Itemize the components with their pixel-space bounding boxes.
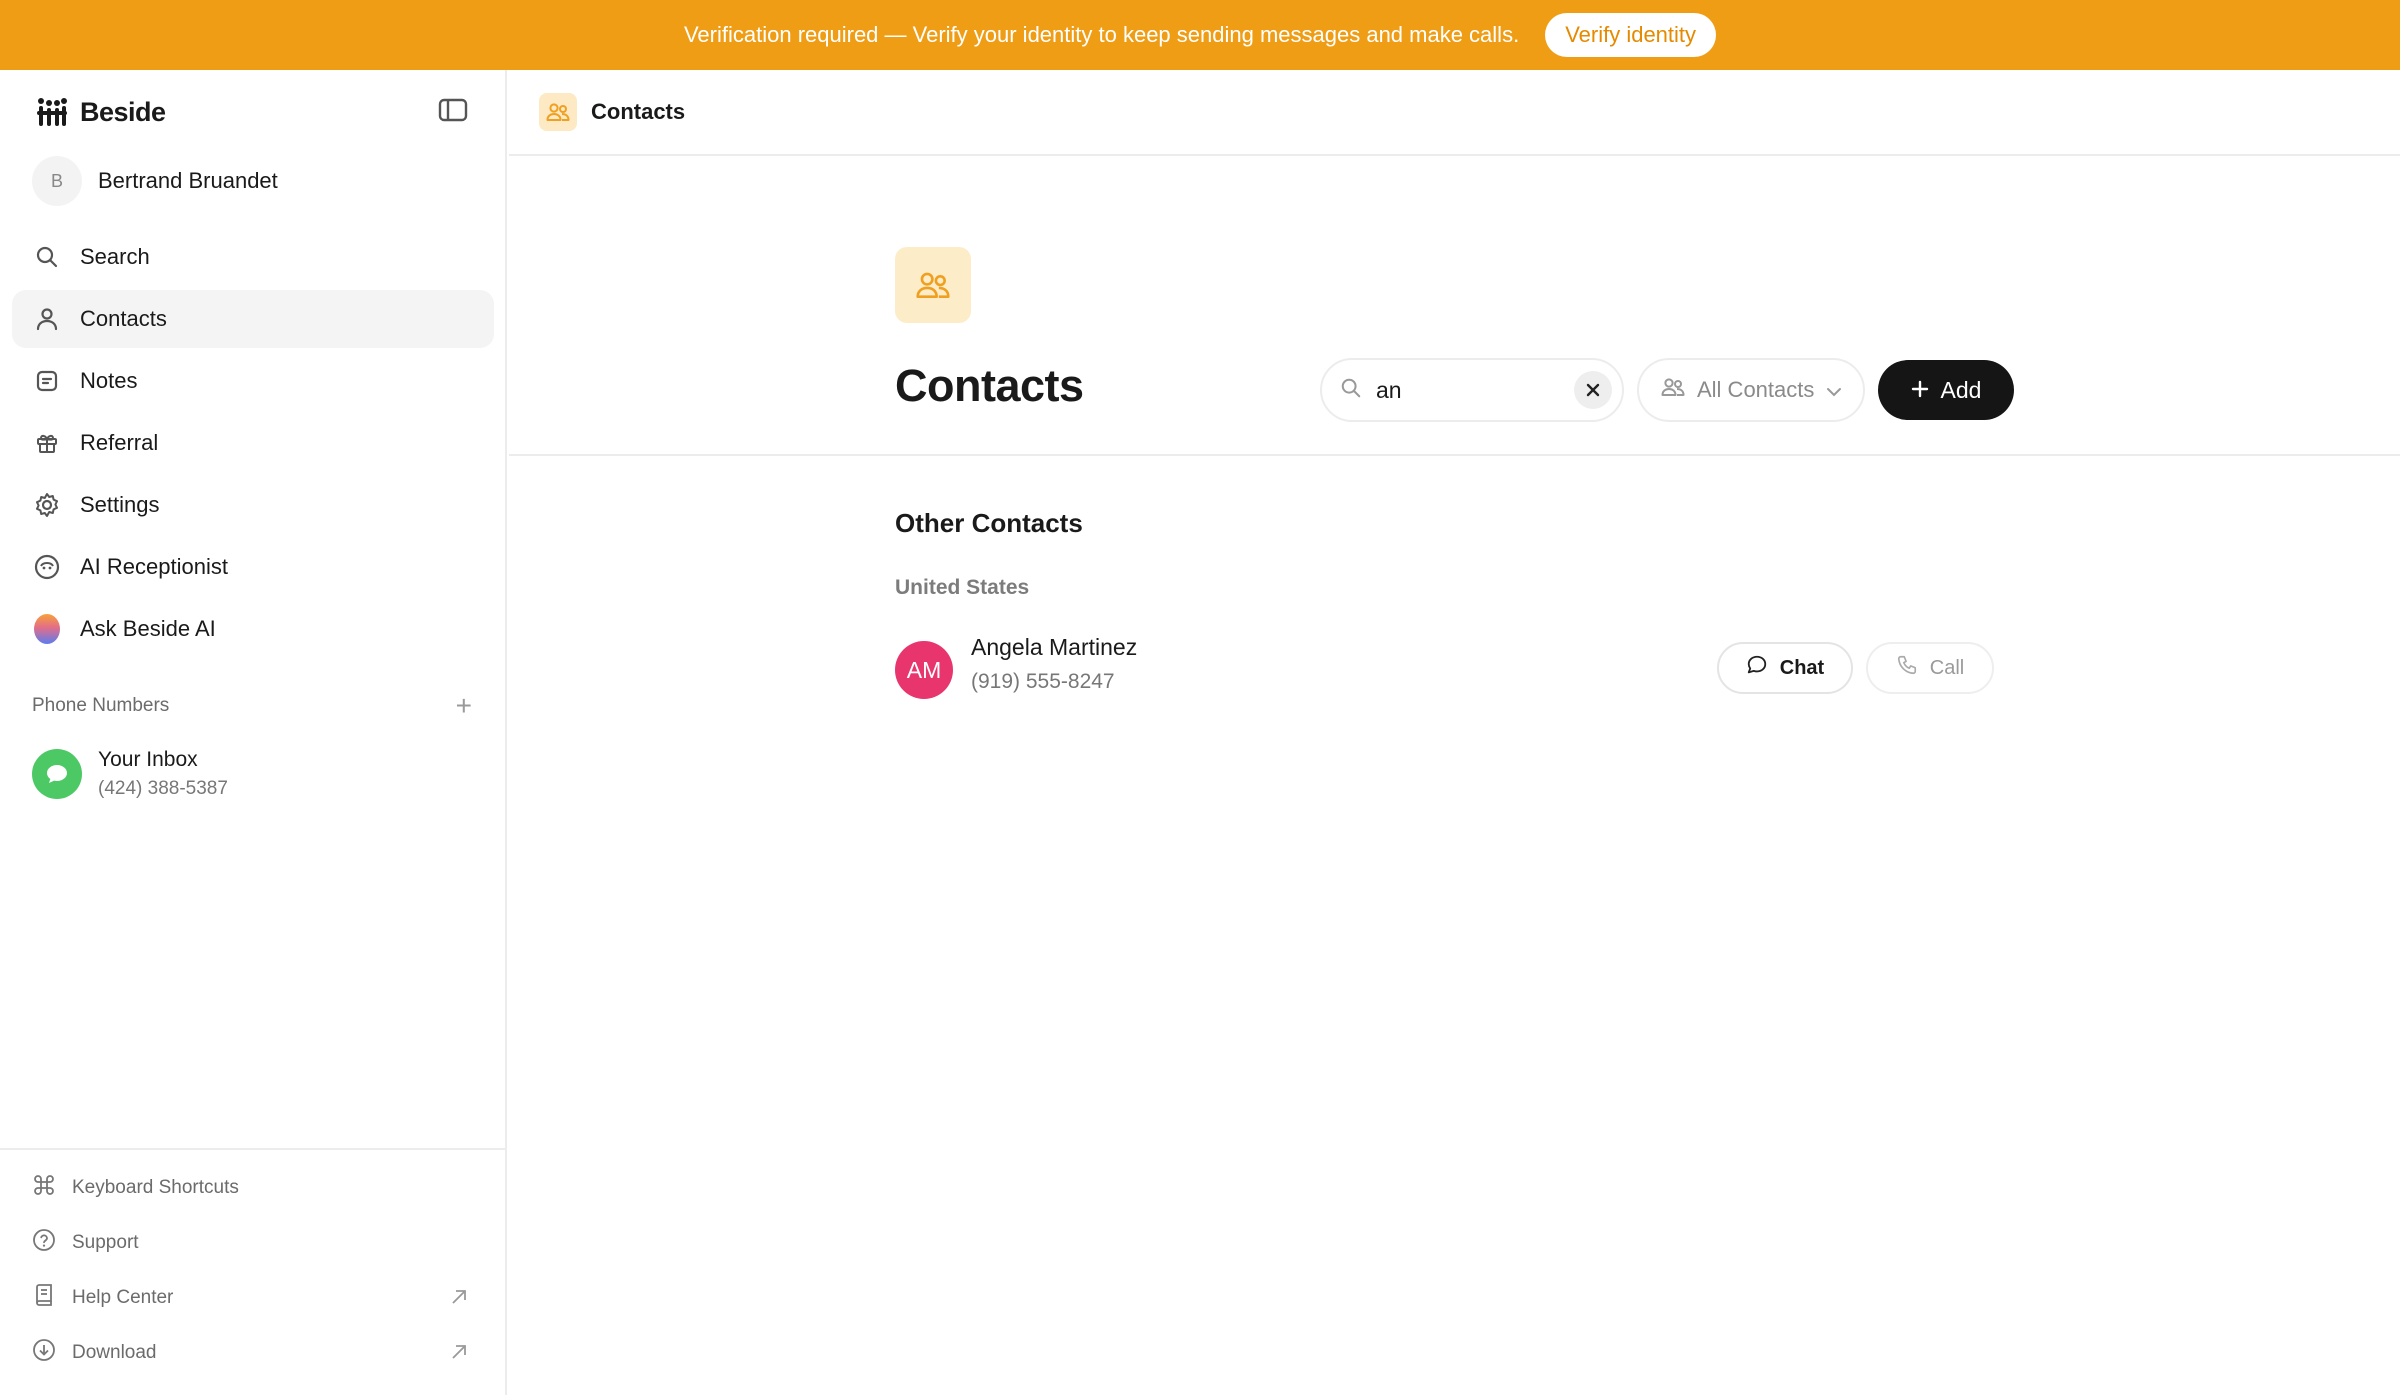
book-icon: [32, 1283, 56, 1313]
sidebar-item-label: Contacts: [80, 306, 167, 331]
chevron-down-icon: [1826, 377, 1842, 403]
inbox-number: (424) 388-5387: [98, 778, 228, 799]
divider: [509, 454, 2400, 456]
phone-numbers-header: Phone Numbers +: [32, 692, 472, 720]
ai-orb-icon: [34, 614, 60, 644]
sidebar-nav: Search Contacts Notes Referral Settings: [12, 228, 494, 662]
page-title: Contacts: [895, 360, 1084, 411]
user-name: Bertrand Bruandet: [98, 168, 278, 193]
chat-bubble-icon: [1746, 654, 1768, 682]
clear-search-icon[interactable]: [1574, 371, 1612, 409]
search-input[interactable]: an: [1320, 358, 1624, 422]
brand[interactable]: Beside: [36, 92, 166, 132]
footer-label: Download: [72, 1341, 157, 1363]
sidebar-item-settings[interactable]: Settings: [12, 476, 494, 534]
contact-phone: (919) 555-8247: [971, 670, 1115, 693]
sidebar-item-notes[interactable]: Notes: [12, 352, 494, 410]
add-label: Add: [1940, 376, 1982, 403]
footer-label: Keyboard Shortcuts: [72, 1176, 239, 1198]
sidebar-item-contacts[interactable]: Contacts: [12, 290, 494, 348]
add-phone-number-icon[interactable]: +: [456, 692, 472, 720]
contacts-icon: [539, 93, 577, 131]
sidebar-item-search[interactable]: Search: [12, 228, 494, 286]
chat-label: Chat: [1779, 656, 1825, 679]
sidebar-item-label: Search: [80, 244, 150, 269]
contacts-hero-icon: [895, 247, 971, 323]
footer-label: Support: [72, 1231, 139, 1253]
filter-label: All Contacts: [1697, 377, 1815, 402]
brand-name: Beside: [80, 96, 166, 127]
phone-icon: [1896, 654, 1918, 682]
avatar: B: [32, 156, 82, 206]
chat-button[interactable]: Chat: [1717, 642, 1853, 694]
sidebar-item-label: Settings: [80, 492, 160, 517]
search-icon: [34, 244, 60, 270]
topbar-title: Contacts: [591, 99, 686, 124]
call-label: Call: [1929, 656, 1965, 679]
region-title: United States: [895, 576, 1030, 599]
gift-icon: [34, 430, 60, 456]
person-icon: [34, 306, 60, 332]
banner-text: Verification required — Verify your iden…: [683, 22, 1520, 47]
sidebar-item-label: AI Receptionist: [80, 554, 228, 579]
add-contact-button[interactable]: Add: [1878, 360, 2014, 420]
main-content: Contacts Contacts an All Contacts Add Ot…: [509, 70, 2400, 1395]
contact-row[interactable]: AM Angela Martinez (919) 555-8247 Chat C…: [895, 632, 2015, 708]
chat-bubble-icon: [32, 749, 82, 799]
contact-name: Angela Martinez: [971, 634, 1138, 660]
keyboard-shortcuts-link[interactable]: Keyboard Shortcuts: [0, 1160, 505, 1215]
verify-identity-button[interactable]: Verify identity: [1545, 13, 1717, 57]
avatar: AM: [895, 641, 953, 699]
sidebar-toggle-icon[interactable]: [438, 98, 472, 128]
sidebar-item-label: Notes: [80, 368, 138, 393]
support-link[interactable]: Support: [0, 1215, 505, 1270]
help-center-link[interactable]: Help Center: [0, 1270, 505, 1325]
external-link-icon: [449, 1287, 469, 1313]
topbar: Contacts: [509, 70, 2400, 156]
sidebar-item-referral[interactable]: Referral: [12, 414, 494, 472]
download-link[interactable]: Download: [0, 1325, 505, 1380]
note-icon: [34, 368, 60, 394]
contact-filter-dropdown[interactable]: All Contacts: [1637, 358, 1865, 422]
sidebar-item-label: Ask Beside AI: [80, 616, 216, 641]
user-profile[interactable]: B Bertrand Bruandet: [32, 156, 278, 206]
search-value: an: [1376, 376, 1402, 403]
plus-icon: [1911, 377, 1929, 404]
search-icon: [1340, 377, 1362, 404]
verification-banner: Verification required — Verify your iden…: [0, 0, 2400, 70]
sidebar-item-ask-beside-ai[interactable]: Ask Beside AI: [12, 600, 494, 658]
group-title: Other Contacts: [895, 508, 1083, 538]
sidebar-footer: Keyboard Shortcuts Support Help Center D…: [0, 1148, 505, 1380]
sidebar-item-label: Referral: [80, 430, 159, 455]
external-link-icon: [449, 1342, 469, 1368]
download-icon: [32, 1338, 56, 1368]
section-title: Phone Numbers: [32, 695, 170, 716]
gear-icon: [34, 492, 60, 518]
beside-logo-icon: [36, 97, 68, 127]
receptionist-icon: [34, 554, 60, 580]
sidebar-item-ai-receptionist[interactable]: AI Receptionist: [12, 538, 494, 596]
footer-label: Help Center: [72, 1286, 174, 1308]
help-circle-icon: [32, 1228, 56, 1258]
contacts-icon: [1661, 376, 1685, 404]
command-icon: [32, 1173, 56, 1203]
sidebar: Beside B Bertrand Bruandet Search Contac…: [0, 70, 507, 1395]
inbox-item[interactable]: Your Inbox (424) 388-5387: [32, 748, 228, 800]
inbox-name: Your Inbox: [98, 748, 198, 771]
call-button[interactable]: Call: [1866, 642, 1994, 694]
